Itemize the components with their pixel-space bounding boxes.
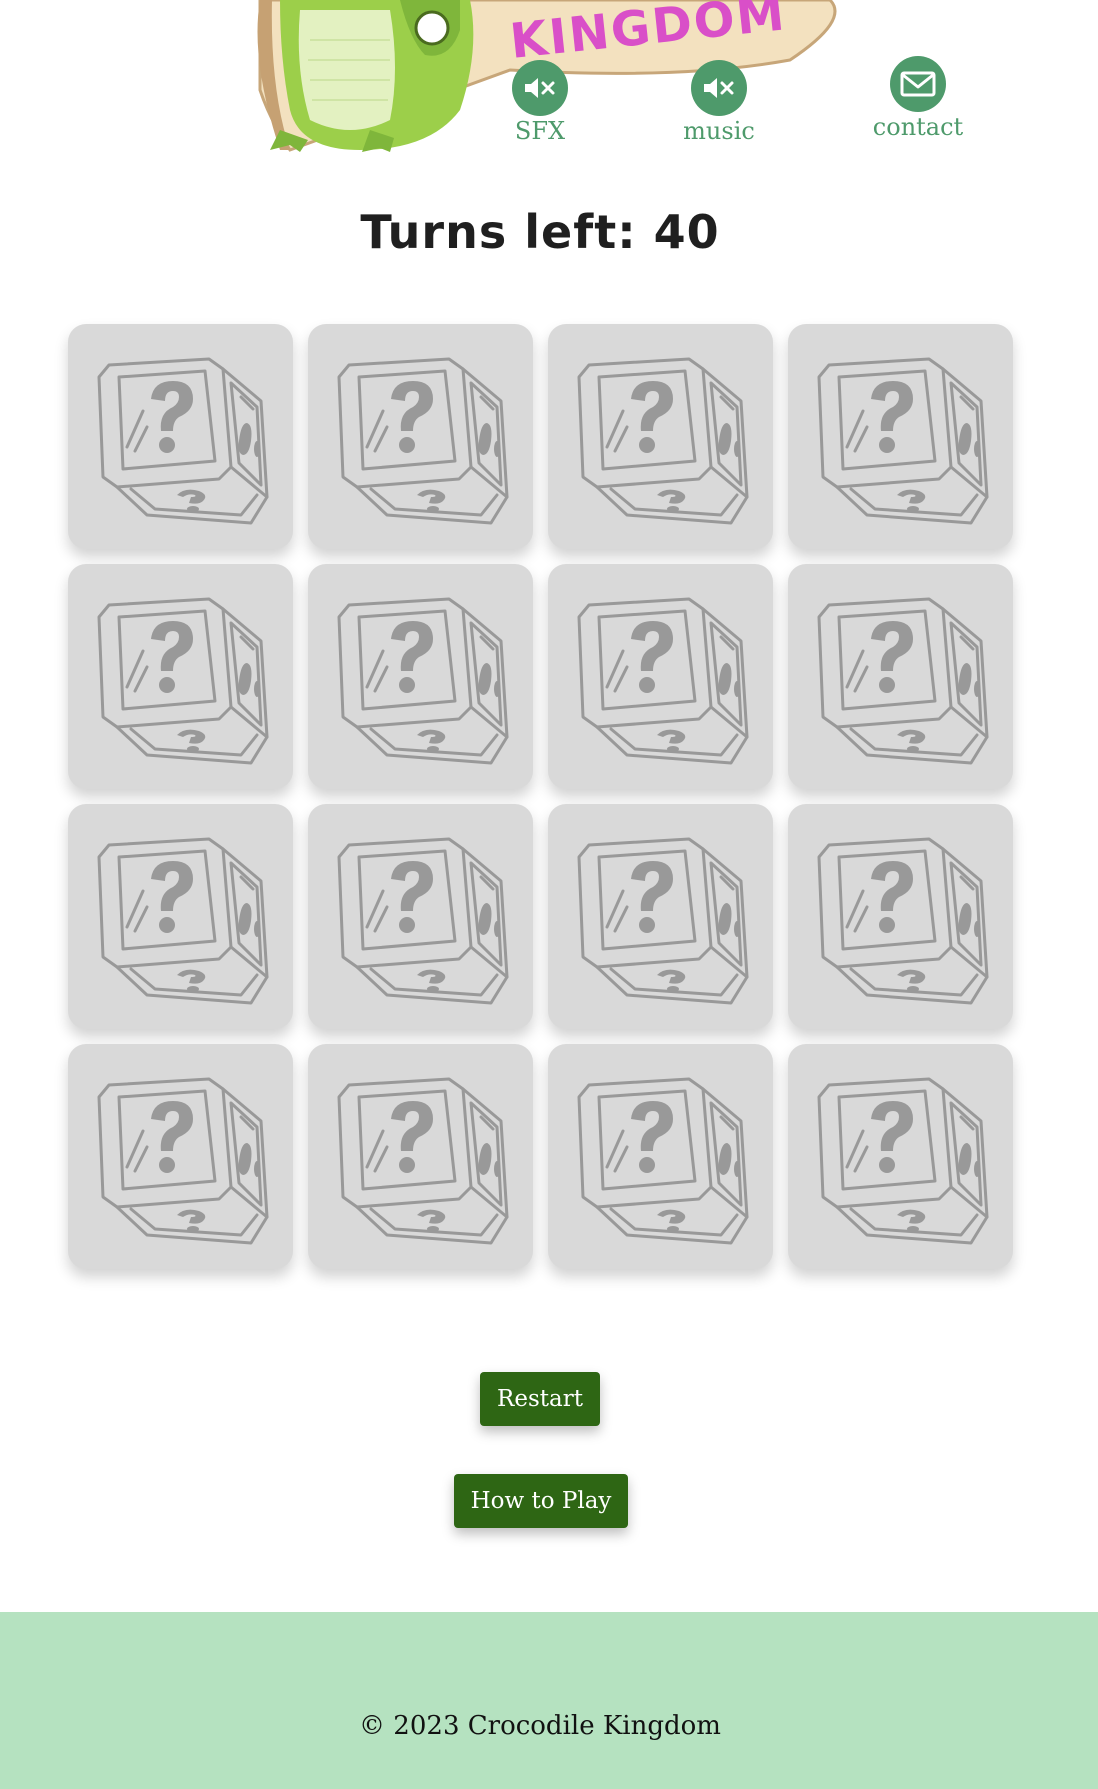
card-10[interactable] — [308, 804, 533, 1029]
mystery-box-icon — [81, 337, 281, 537]
sfx-label: SFX — [514, 117, 566, 145]
card-6[interactable] — [308, 564, 533, 789]
mystery-box-icon — [321, 577, 521, 777]
mystery-box-icon — [321, 817, 521, 1017]
sfx-button[interactable] — [512, 60, 568, 116]
card-5[interactable] — [68, 564, 293, 789]
card-7[interactable] — [548, 564, 773, 789]
speaker-muted-icon — [525, 78, 555, 98]
card-3[interactable] — [548, 324, 773, 549]
how-to-play-button[interactable]: How to Play — [454, 1474, 628, 1528]
card-15[interactable] — [548, 1044, 773, 1269]
music-toggle[interactable]: music — [672, 60, 766, 145]
card-9[interactable] — [68, 804, 293, 1029]
mystery-box-icon — [81, 1057, 281, 1257]
mystery-box-icon — [321, 337, 521, 537]
mystery-box-icon — [561, 1057, 761, 1257]
sfx-toggle[interactable]: SFX — [500, 60, 580, 145]
music-label: music — [683, 117, 755, 145]
copyright-text: © 2023 Crocodile Kingdom — [359, 1711, 721, 1741]
header: KINGDOM SFX music contact — [0, 0, 1098, 170]
mystery-box-icon — [561, 337, 761, 537]
mystery-box-icon — [81, 817, 281, 1017]
speaker-muted-icon — [704, 78, 734, 98]
card-2[interactable] — [308, 324, 533, 549]
card-14[interactable] — [308, 1044, 533, 1269]
card-1[interactable] — [68, 324, 293, 549]
envelope-icon — [900, 71, 936, 97]
contact-button[interactable] — [890, 56, 946, 112]
music-button[interactable] — [691, 60, 747, 116]
mystery-box-icon — [561, 817, 761, 1017]
restart-button[interactable]: Restart — [480, 1372, 600, 1426]
card-4[interactable] — [788, 324, 1013, 549]
card-8[interactable] — [788, 564, 1013, 789]
mystery-box-icon — [801, 817, 1001, 1017]
card-16[interactable] — [788, 1044, 1013, 1269]
card-12[interactable] — [788, 804, 1013, 1029]
footer: © 2023 Crocodile Kingdom — [0, 1612, 1098, 1789]
mystery-box-icon — [561, 577, 761, 777]
mystery-box-icon — [801, 337, 1001, 537]
card-11[interactable] — [548, 804, 773, 1029]
contact-label: contact — [872, 113, 964, 141]
turns-left-counter: Turns left: 40 — [360, 205, 720, 259]
mystery-box-icon — [801, 1057, 1001, 1257]
card-13[interactable] — [68, 1044, 293, 1269]
card-board — [68, 324, 1013, 1269]
mystery-box-icon — [81, 577, 281, 777]
contact-link[interactable]: contact — [868, 56, 968, 141]
mystery-box-icon — [321, 1057, 521, 1257]
mystery-box-icon — [801, 577, 1001, 777]
crocodile-mascot — [270, 0, 474, 152]
